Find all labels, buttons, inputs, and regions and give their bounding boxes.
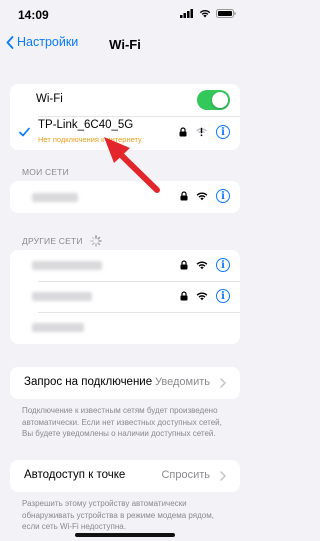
wifi-warning-icon [196, 127, 207, 137]
auto-hotspot-footer: Разрешить этому устройству автоматически… [22, 499, 214, 531]
auto-hotspot-row[interactable]: Автодоступ к точке Спросить [10, 460, 240, 492]
network-row[interactable]: i [10, 250, 240, 281]
ask-to-join-footer: Подключение к известным сетям будет прои… [22, 406, 222, 438]
ask-to-join-value: Уведомить [155, 376, 210, 388]
wifi-group: Wi-Fi TP-Link_6C40_5G Нет подключения к … [10, 84, 240, 150]
home-indicator [75, 533, 175, 537]
wifi-toggle[interactable] [197, 90, 230, 110]
my-networks-header: МОИ СЕТИ [22, 167, 69, 177]
chevron-right-icon [220, 471, 226, 481]
other-networks-header: ДРУГИЕ СЕТИ [22, 235, 102, 247]
lock-icon [180, 291, 188, 301]
current-network-name: TP-Link_6C40_5G [38, 119, 134, 131]
current-network-status: Нет подключения к интернету [38, 135, 142, 144]
hidden-network-name [32, 323, 84, 332]
page-title: Wi-Fi [109, 37, 141, 52]
lock-icon [180, 191, 188, 201]
wifi-status-icon [199, 9, 211, 18]
other-networks-label: ДРУГИЕ СЕТИ [22, 236, 83, 246]
ask-to-join-row[interactable]: Запрос на подключение Уведомить [10, 367, 240, 399]
info-icon[interactable]: i [216, 189, 230, 203]
info-icon[interactable]: i [216, 125, 230, 139]
chevron-right-icon [220, 378, 226, 388]
auto-hotspot-label: Автодоступ к точке [24, 469, 126, 481]
ask-to-join-label: Запрос на подключение [24, 376, 153, 388]
nav-bar: Настройки Wi-Fi [0, 32, 250, 58]
loading-spinner-icon [90, 235, 102, 247]
hidden-network-name [32, 193, 78, 202]
status-bar: 14:09 [0, 0, 250, 30]
lock-icon [180, 260, 188, 270]
checkmark-icon [19, 127, 30, 137]
network-icons: i [180, 289, 230, 303]
battery-icon [216, 9, 236, 18]
auto-hotspot-group: Автодоступ к точке Спросить [10, 460, 240, 492]
network-icons: i [180, 189, 230, 203]
network-icons: i [180, 258, 230, 272]
status-icons [180, 9, 236, 18]
network-row[interactable]: i [10, 281, 240, 312]
wifi-signal-icon [196, 292, 208, 301]
wifi-signal-icon [196, 192, 208, 201]
network-row[interactable] [10, 312, 240, 344]
current-network-row[interactable]: TP-Link_6C40_5G Нет подключения к интерн… [10, 116, 240, 150]
status-time: 14:09 [18, 8, 49, 22]
ask-to-join-group: Запрос на подключение Уведомить [10, 367, 240, 399]
my-networks-group: i [10, 181, 240, 213]
hidden-network-name [32, 292, 92, 301]
hidden-network-name [32, 261, 102, 270]
signal-icon [180, 9, 193, 18]
wifi-toggle-row: Wi-Fi [10, 84, 240, 116]
lock-icon [179, 127, 187, 137]
current-network-icons: i [179, 125, 230, 139]
auto-hotspot-value: Спросить [161, 469, 210, 481]
info-icon[interactable]: i [216, 289, 230, 303]
network-row[interactable]: i [10, 181, 240, 213]
info-icon[interactable]: i [216, 258, 230, 272]
other-networks-group: i i [10, 250, 240, 344]
toggle-knob [212, 92, 228, 108]
wifi-label: Wi-Fi [36, 93, 63, 105]
wifi-signal-icon [196, 261, 208, 270]
